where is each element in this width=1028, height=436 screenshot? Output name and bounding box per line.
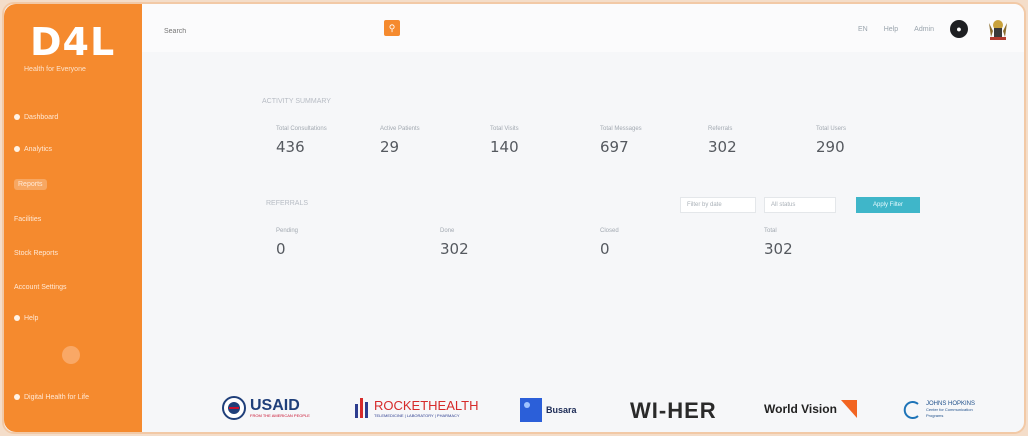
stat-value: 436 bbox=[276, 138, 305, 156]
worldvision-star-icon bbox=[840, 400, 857, 418]
wiher-logo: WI-HER bbox=[630, 398, 717, 424]
stat-value: 0 bbox=[276, 240, 286, 258]
worldvision-name: World Vision bbox=[764, 402, 837, 416]
sidebar-item-facilities[interactable]: Facilities bbox=[14, 212, 130, 226]
sidebar-item-dashboard[interactable]: Dashboard bbox=[14, 110, 130, 124]
stat-label: Total Messages bbox=[600, 126, 642, 132]
stat-label: Total bbox=[764, 228, 777, 234]
language-link[interactable]: EN bbox=[858, 26, 868, 33]
stat-label: Closed bbox=[600, 228, 619, 234]
sidebar-item-label: Help bbox=[24, 314, 39, 322]
sidebar-item-help[interactable]: Help bbox=[14, 311, 130, 325]
rockethealth-logo: ROCKETHEALTH TELEMEDICINE | LABORATORY |… bbox=[354, 396, 479, 420]
stat-value: 0 bbox=[600, 240, 610, 258]
usaid-name: USAID bbox=[250, 396, 300, 414]
stat-label: Total Consultations bbox=[276, 126, 327, 132]
referral-stat-total: Total 302 bbox=[764, 228, 793, 258]
stat-label: Pending bbox=[276, 228, 299, 234]
stat-label: Done bbox=[440, 228, 455, 234]
status-filter-select[interactable]: All status bbox=[764, 197, 836, 213]
partner-logos: USAID FROM THE AMERICAN PEOPLE ROCKETHEA… bbox=[142, 388, 1024, 432]
sidebar-item-label: Account Settings bbox=[14, 283, 67, 291]
apply-filter-button[interactable]: Apply Filter bbox=[856, 197, 920, 213]
user-name[interactable]: Admin bbox=[914, 26, 934, 33]
busara-logo: Busara bbox=[520, 398, 577, 422]
logo-subtitle: Health for Everyone bbox=[24, 66, 86, 73]
jhu-logo: JOHNS HOPKINS Center for Communication P… bbox=[902, 400, 975, 420]
referrals-title: REFERRALS bbox=[266, 200, 309, 207]
sidebar-item-stock-reports[interactable]: Stock Reports bbox=[14, 246, 130, 260]
stat-value: 140 bbox=[490, 138, 519, 156]
referral-stat-closed: Closed 0 bbox=[600, 228, 619, 258]
sidebar-item-analytics[interactable]: Analytics bbox=[14, 142, 130, 156]
wiher-name: WI-HER bbox=[630, 398, 717, 423]
stat-total-users: Total Users 290 bbox=[816, 126, 846, 156]
sidebar-footer-label: Digital Health for Life bbox=[24, 393, 89, 401]
home-icon bbox=[14, 114, 20, 120]
stat-label: Referrals bbox=[708, 126, 733, 132]
jhu-swoosh-icon bbox=[903, 401, 919, 419]
rocket-bars-icon bbox=[355, 398, 368, 418]
app-frame: D4L Health for Everyone Dashboard Analyt… bbox=[2, 2, 1026, 434]
stat-total-consultations: Total Consultations 436 bbox=[276, 126, 327, 156]
stat-value: 29 bbox=[380, 138, 400, 156]
sidebar-item-account-settings[interactable]: Account Settings bbox=[14, 280, 130, 294]
stat-value: 290 bbox=[816, 138, 845, 156]
sidebar-item-label: Reports bbox=[14, 178, 47, 190]
stat-value: 697 bbox=[600, 138, 629, 156]
sidebar-item-label: Analytics bbox=[24, 145, 53, 153]
help-link[interactable]: Help bbox=[884, 26, 898, 33]
usaid-logo: USAID FROM THE AMERICAN PEOPLE bbox=[222, 396, 310, 420]
sidebar-item-label: Stock Reports bbox=[14, 249, 58, 257]
sidebar-item-label: Facilities bbox=[14, 215, 42, 223]
chart-icon bbox=[14, 146, 20, 152]
stat-total-visits: Total Visits 140 bbox=[490, 126, 519, 156]
top-right-menu: EN Help Admin ● bbox=[858, 16, 1012, 42]
sidebar-footer-link[interactable]: Digital Health for Life bbox=[14, 390, 130, 404]
busara-mark-icon bbox=[520, 398, 542, 422]
stat-label: Total Users bbox=[816, 126, 847, 132]
rockethealth-name: ROCKETHEALTH bbox=[374, 397, 479, 413]
user-icon: ● bbox=[956, 24, 962, 34]
stat-label: Active Patients bbox=[380, 126, 420, 132]
stat-value: 302 bbox=[708, 138, 737, 156]
busara-name: Busara bbox=[546, 405, 577, 415]
referral-stat-done: Done 302 bbox=[440, 228, 469, 258]
user-avatar[interactable]: ● bbox=[950, 20, 968, 38]
sidebar-item-reports[interactable]: Reports bbox=[14, 177, 130, 191]
search-button[interactable]: ⚲ bbox=[384, 20, 400, 36]
sidebar: D4L Health for Everyone Dashboard Analyt… bbox=[4, 4, 142, 432]
usaid-seal-icon bbox=[222, 396, 246, 420]
stat-active-patients: Active Patients 29 bbox=[380, 126, 420, 156]
jhu-tag-2: Programs bbox=[926, 413, 944, 418]
logo[interactable]: D4L bbox=[30, 20, 115, 64]
stat-referrals: Referrals 302 bbox=[708, 126, 737, 156]
search-input[interactable] bbox=[164, 24, 364, 38]
sidebar-item-label: Dashboard bbox=[24, 113, 59, 121]
usaid-tag: FROM THE AMERICAN PEOPLE bbox=[250, 412, 310, 418]
worldvision-logo: World Vision bbox=[764, 400, 857, 418]
date-filter-input[interactable]: Filter by date bbox=[680, 197, 756, 213]
stat-label: Total Visits bbox=[490, 126, 519, 132]
summary-title: ACTIVITY SUMMARY bbox=[262, 98, 331, 105]
stat-value: 302 bbox=[440, 240, 469, 258]
top-bar: ⚲ EN Help Admin ● bbox=[142, 4, 1024, 52]
stat-total-messages: Total Messages 697 bbox=[600, 126, 642, 156]
stat-value: 302 bbox=[764, 240, 793, 258]
referral-stat-pending: Pending 0 bbox=[276, 228, 298, 258]
rockethealth-tag: TELEMEDICINE | LABORATORY | PHARMACY bbox=[374, 412, 460, 418]
coat-of-arms-logo bbox=[984, 16, 1012, 42]
help-icon bbox=[14, 315, 20, 321]
search-icon: ⚲ bbox=[388, 22, 396, 33]
globe-icon bbox=[14, 394, 20, 400]
sidebar-collapse-button[interactable] bbox=[62, 346, 80, 364]
